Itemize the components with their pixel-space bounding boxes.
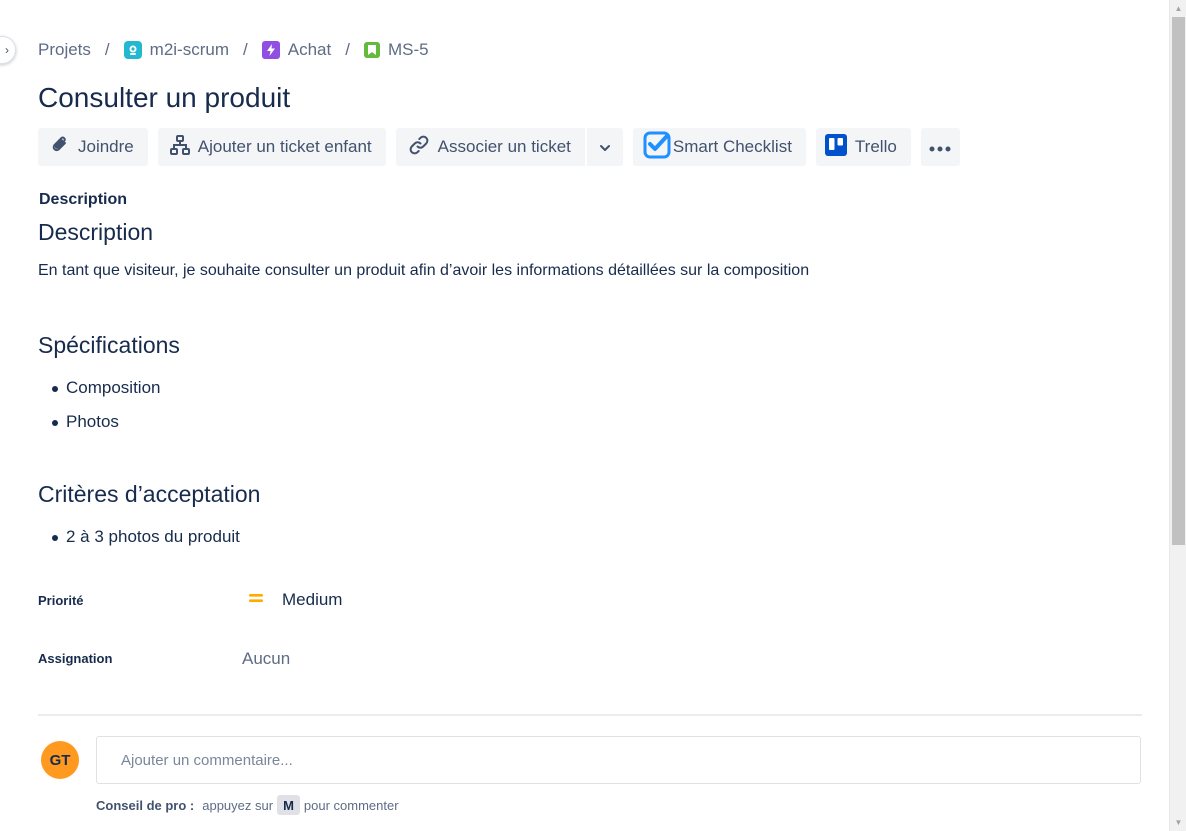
trello-label: Trello xyxy=(854,137,897,156)
breadcrumb-separator: / xyxy=(243,40,248,59)
attach-button-label: Joindre xyxy=(78,137,134,156)
vertical-scrollbar[interactable]: ▲ ▼ xyxy=(1169,0,1186,831)
acceptance-criteria-list: 2 à 3 photos du produit xyxy=(52,520,240,554)
chevron-down-icon xyxy=(599,137,611,157)
pro-tip: Conseil de pro : appuyez sur M pour comm… xyxy=(96,795,399,815)
add-child-issue-label: Ajouter un ticket enfant xyxy=(197,137,372,156)
description-field-label: Description xyxy=(39,191,128,208)
assignee-field[interactable]: Aucun xyxy=(242,649,290,669)
breadcrumb-project[interactable]: m2i-scrum xyxy=(123,40,229,60)
priority-label: Priorité xyxy=(38,593,84,608)
hierarchy-icon xyxy=(169,134,190,161)
add-child-issue-button[interactable]: Ajouter un ticket enfant xyxy=(157,128,386,166)
breadcrumb: Projets / m2i-scrum / Achat / MS-5 xyxy=(38,38,429,62)
priority-value: Medium xyxy=(282,590,343,609)
link-issue-split-button: Associer un ticket xyxy=(395,128,623,166)
link-issue-button[interactable]: Associer un ticket xyxy=(395,128,585,166)
scroll-down-arrow-icon[interactable]: ▼ xyxy=(1170,814,1186,831)
priority-medium-icon xyxy=(248,590,264,610)
priority-field[interactable]: Medium xyxy=(248,590,342,610)
paperclip-icon xyxy=(50,134,70,161)
pro-tip-text-suffix: pour commenter xyxy=(303,797,399,813)
description-text[interactable]: En tant que visiteur, je souhaite consul… xyxy=(38,262,809,280)
pro-tip-label: Conseil de pro : xyxy=(96,797,195,813)
breadcrumb-epic-label[interactable]: Achat xyxy=(288,40,331,60)
breadcrumb-issue-key[interactable]: MS-5 xyxy=(388,40,429,60)
breadcrumb-separator: / xyxy=(104,40,110,59)
keyboard-shortcut-key: M xyxy=(277,795,300,815)
smart-checklist-button[interactable]: Smart Checklist xyxy=(632,128,806,166)
smart-checklist-label: Smart Checklist xyxy=(672,137,792,156)
avatar[interactable]: GT xyxy=(41,741,79,779)
list-item: Composition xyxy=(52,371,161,405)
comment-input[interactable] xyxy=(96,736,1141,784)
breadcrumb-projects[interactable]: Projets xyxy=(38,40,91,60)
breadcrumb-separator: / xyxy=(345,40,350,59)
trello-icon xyxy=(824,133,847,161)
link-icon xyxy=(408,134,430,161)
assignee-label: Assignation xyxy=(38,651,113,666)
trello-button[interactable]: Trello xyxy=(815,128,911,166)
breadcrumb-epic[interactable]: Achat xyxy=(261,40,331,60)
breadcrumb-issue[interactable]: MS-5 xyxy=(363,40,429,60)
scrollbar-thumb[interactable] xyxy=(1172,17,1185,545)
attach-button[interactable]: Joindre xyxy=(38,128,148,166)
project-avatar-icon xyxy=(123,41,142,59)
breadcrumb-projects-label[interactable]: Projets xyxy=(38,40,91,60)
epic-icon xyxy=(261,41,280,59)
expand-sidebar-button[interactable]: › xyxy=(0,36,16,64)
description-heading: Description xyxy=(38,219,154,245)
breadcrumb-project-label[interactable]: m2i-scrum xyxy=(150,40,229,60)
pro-tip-text: appuyez sur xyxy=(202,797,274,813)
more-actions-button[interactable] xyxy=(920,128,960,166)
issue-title[interactable]: Consulter un produit xyxy=(38,82,290,114)
specifications-list: Composition Photos xyxy=(52,371,161,439)
scroll-up-arrow-icon[interactable]: ▲ xyxy=(1170,0,1186,17)
issue-page: › Projets / m2i-scrum / Achat / MS-5 Con… xyxy=(0,0,1186,831)
issue-toolbar: Joindre Ajouter un ticket enfant Associe… xyxy=(38,128,960,166)
link-issue-dropdown-button[interactable] xyxy=(586,128,623,166)
acceptance-criteria-heading: Critères d’acceptation xyxy=(38,481,261,507)
divider xyxy=(38,714,1142,716)
smart-checklist-icon xyxy=(643,131,671,164)
list-item: 2 à 3 photos du produit xyxy=(52,520,240,554)
story-icon xyxy=(363,42,380,58)
chevron-right-icon: › xyxy=(5,43,9,57)
specifications-heading: Spécifications xyxy=(38,332,180,358)
list-item: Photos xyxy=(52,405,161,439)
more-horizontal-icon xyxy=(929,137,951,157)
link-issue-label: Associer un ticket xyxy=(437,137,571,156)
